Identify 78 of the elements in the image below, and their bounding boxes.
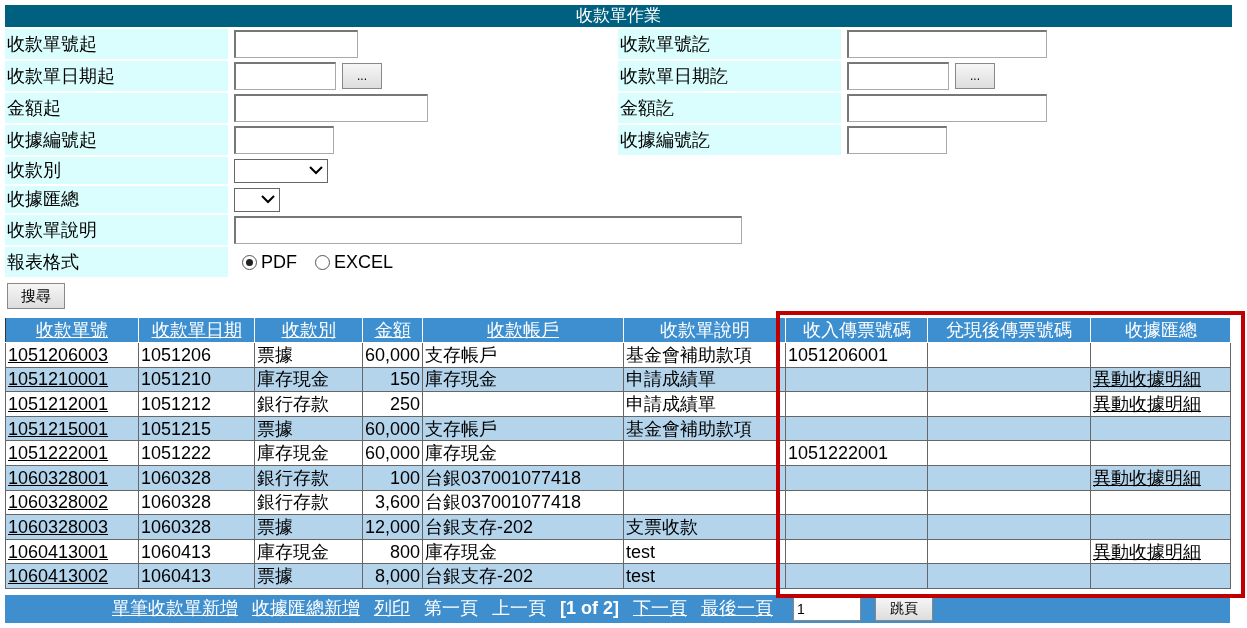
table-cell: 1060328	[138, 465, 255, 491]
date-field[interactable]	[234, 62, 336, 90]
table-cell: 票據	[254, 563, 363, 589]
chevron-down-icon	[261, 195, 275, 204]
field-label: 金額訖	[618, 93, 841, 123]
table-cell: 支存帳戶	[422, 416, 624, 441]
field-label: 收款單日期訖	[618, 61, 841, 91]
table-cell: 3,600	[362, 490, 423, 515]
column-header: 兌現後傳票號碼	[927, 317, 1091, 343]
text-field[interactable]	[234, 216, 742, 244]
text-field[interactable]	[847, 30, 1047, 58]
field-label: 收款單號訖	[618, 29, 841, 59]
table-cell: 銀行存款	[254, 391, 363, 417]
page-number-field[interactable]: 1	[793, 596, 861, 621]
table-cell: 1051212	[138, 391, 255, 417]
pager-text: 上一頁	[492, 597, 546, 621]
table-cell: 基金會補助款項	[623, 342, 786, 368]
date-field[interactable]	[847, 62, 949, 90]
page-title: 收款單作業	[5, 5, 1232, 27]
radio-option[interactable]: EXCEL	[315, 248, 394, 276]
table-cell: 庫存現金	[254, 367, 363, 392]
table-cell: 票據	[254, 342, 363, 368]
chevron-down-icon	[309, 166, 323, 175]
date-picker-button[interactable]: ...	[342, 63, 382, 89]
search-button[interactable]: 搜尋	[7, 283, 65, 309]
table-cell: 1051215	[138, 416, 255, 441]
table-cell: 1060413	[138, 539, 255, 564]
table-cell: 1060328	[138, 514, 255, 540]
table-cell: 1051222	[138, 440, 255, 466]
field-label: 收款單號起	[5, 29, 228, 59]
table-cell: 申請成績單	[623, 391, 786, 417]
text-field[interactable]	[847, 94, 1047, 122]
table-cell: 1051206	[138, 342, 255, 368]
field-label: 報表格式	[5, 247, 228, 277]
column-header: 收款單說明	[623, 317, 786, 343]
field-label: 收據編號訖	[618, 125, 841, 155]
table-cell: 1051210	[138, 367, 255, 392]
pager-text: 第一頁	[424, 597, 478, 621]
table-cell: 台銀037001077418	[422, 490, 624, 515]
table-cell: 庫存現金	[422, 539, 624, 564]
table-cell: 庫存現金	[422, 440, 624, 466]
dropdown[interactable]	[234, 187, 280, 212]
text-field[interactable]	[234, 94, 428, 122]
table-cell: 1051206001	[785, 342, 928, 368]
page-indicator: [1 of 2]	[560, 597, 619, 621]
jump-button[interactable]: 跳頁	[875, 596, 933, 621]
table-cell: 60,000	[362, 440, 423, 466]
date-picker-button[interactable]: ...	[955, 63, 995, 89]
table-cell: 台銀支存-202	[422, 563, 624, 589]
table-cell: 票據	[254, 514, 363, 540]
field-label: 收款單日期起	[5, 61, 228, 91]
table-cell: 1060328	[138, 490, 255, 515]
table-cell: 台銀支存-202	[422, 514, 624, 540]
column-header: 收入傳票號碼	[785, 317, 928, 343]
field-label: 收據匯總	[5, 186, 228, 213]
table-cell: 銀行存款	[254, 465, 363, 491]
text-field[interactable]	[234, 126, 334, 154]
table-cell: 支存帳戶	[422, 342, 624, 368]
field-label: 金額起	[5, 93, 228, 123]
radio-option[interactable]: PDF	[242, 248, 297, 276]
table-cell: 250	[362, 391, 423, 417]
field-label: 收款單說明	[5, 215, 228, 245]
table-cell: 庫存現金	[254, 440, 363, 466]
text-field[interactable]	[234, 30, 358, 58]
table-cell: 銀行存款	[254, 490, 363, 515]
text-field[interactable]	[847, 126, 947, 154]
table-cell: 庫存現金	[422, 367, 624, 392]
table-cell: 台銀037001077418	[422, 465, 624, 491]
table-cell: 庫存現金	[254, 539, 363, 564]
field-label: 收款別	[5, 157, 228, 184]
table-cell: 票據	[254, 416, 363, 441]
table-cell: 800	[362, 539, 423, 564]
field-label: 收據編號起	[5, 125, 228, 155]
table-cell: 1051222001	[785, 440, 928, 466]
table-cell: test	[623, 539, 786, 564]
table-cell: 1060413	[138, 563, 255, 589]
column-header: 收據匯總	[1090, 317, 1231, 343]
table-cell: 60,000	[362, 342, 423, 368]
